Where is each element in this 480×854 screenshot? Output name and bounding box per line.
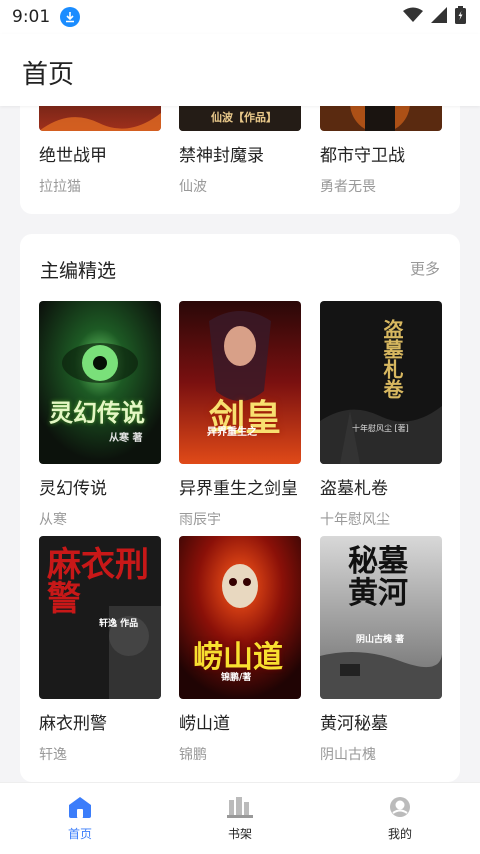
cover-text: 仙波【作品】 [211,111,277,124]
status-time: 9:01 [12,7,51,27]
book-cover: 灵幻传说 从寒 著 [39,301,161,464]
cover-subtext: 十年慰风尘 [著] [352,424,409,433]
book-item[interactable]: 仙波【作品】 禁神封魔录 仙波 [179,106,301,196]
cover-text: 秘墓 黄河 [348,544,408,611]
tab-profile[interactable]: 我的 [320,783,480,854]
page-title: 首页 [22,60,75,90]
book-item[interactable]: 都市守卫战 勇者无畏 [320,106,442,196]
book-cover: 秘墓 黄河 阴山古槐 著 [320,536,442,699]
wifi-icon [403,7,423,27]
book-item[interactable]: 秘墓 黄河 阴山古槐 著 黄河秘墓 阴山古槐 [320,536,442,764]
content-scroll[interactable]: 绝世战甲 拉拉猫 仙波【作品】 禁神封魔录 仙波 都市守卫战 勇者无畏 主编精选… [0,106,480,782]
cover-subtext: 轩逸 作品 [99,619,139,629]
profile-icon [389,796,411,821]
book-title: 绝世战甲 [39,146,107,166]
app-header: 首页 [0,34,480,106]
book-cover: 剑皇 异界重生之 [179,301,301,464]
book-title: 麻衣刑警 [39,714,107,734]
book-item[interactable]: 麻衣刑警 轩逸 作品 麻衣刑警 轩逸 [39,536,161,764]
book-title: 都市守卫战 [320,146,405,166]
book-author: 仙波 [179,179,207,195]
bookshelf-icon [227,796,253,821]
tab-label: 我的 [387,826,412,841]
book-item[interactable]: 灵幻传说 从寒 著 灵幻传说 从寒 [39,301,161,529]
book-title: 灵幻传说 [39,479,107,499]
book-cover: 崂山道 锦鹏/著 [179,536,301,699]
book-cover: 盗墓札卷 十年慰风尘 [著] [320,301,442,464]
cover-text: 麻衣刑警 [47,545,149,619]
bottom-tab-bar: 首页 书架 我的 [0,782,480,854]
book-cover: 麻衣刑警 轩逸 作品 [39,536,161,699]
cover-subtext: 异界重生之 [207,427,257,438]
book-author: 十年慰风尘 [320,512,390,528]
book-author: 雨辰宇 [179,512,221,528]
book-author: 拉拉猫 [39,179,81,195]
book-item[interactable]: 剑皇 异界重生之 异界重生之剑皇 雨辰宇 [179,301,301,529]
cover-subtext: 从寒 著 [109,433,143,444]
download-icon [60,7,81,27]
book-cover [39,106,161,131]
tab-bookshelf[interactable]: 书架 [160,783,320,854]
tab-label: 首页 [67,826,92,841]
cover-subtext: 锦鹏/著 [221,673,252,683]
cover-subtext: 阴山古槐 著 [356,635,405,645]
book-title: 崂山道 [179,714,230,734]
book-author: 从寒 [39,512,67,528]
cover-text: 灵幻传说 [49,398,145,427]
book-item[interactable]: 绝世战甲 拉拉猫 [39,106,161,196]
book-author: 锦鹏 [179,747,207,763]
book-title: 异界重生之剑皇 [179,479,298,499]
cover-text: 盗墓札卷 [380,319,404,399]
section-title: 主编精选 [40,260,117,282]
signal-icon [431,7,447,27]
home-icon [68,796,92,821]
book-item[interactable]: 盗墓札卷 十年慰风尘 [著] 盗墓札卷 十年慰风尘 [320,301,442,529]
book-title: 盗墓札卷 [320,479,388,499]
book-author: 轩逸 [39,747,67,763]
tab-home[interactable]: 首页 [0,783,160,854]
tab-label: 书架 [227,826,252,841]
book-author: 阴山古槐 [320,747,376,763]
book-cover [320,106,442,131]
more-link[interactable]: 更多 [410,258,440,279]
book-title: 禁神封魔录 [179,146,264,166]
recommend-card: 绝世战甲 拉拉猫 仙波【作品】 禁神封魔录 仙波 都市守卫战 勇者无畏 [20,106,460,214]
editor-picks-card: 主编精选 更多 灵幻传说 从寒 著 灵幻传说 从寒 剑皇 异界重生之 异界重生之… [20,234,460,782]
book-item[interactable]: 崂山道 锦鹏/著 崂山道 锦鹏 [179,536,301,764]
status-bar: 9:01 [0,0,480,34]
battery-icon [455,6,466,28]
book-author: 勇者无畏 [320,179,376,195]
book-title: 黄河秘墓 [320,714,388,734]
book-cover: 仙波【作品】 [179,106,301,131]
